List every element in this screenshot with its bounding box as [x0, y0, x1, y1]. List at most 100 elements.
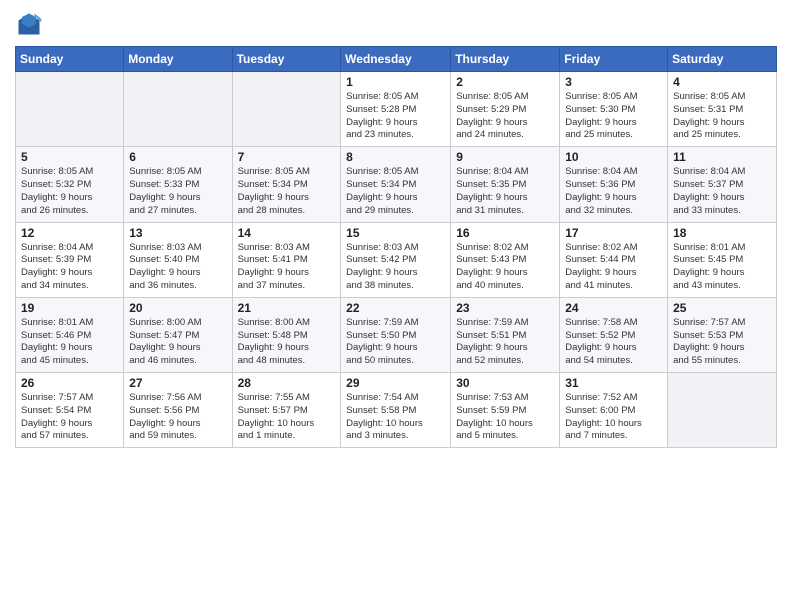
day-info: Sunrise: 8:05 AM Sunset: 5:30 PM Dayligh… [565, 91, 662, 142]
calendar-cell: 21Sunrise: 8:00 AM Sunset: 5:48 PM Dayli… [232, 297, 341, 372]
weekday-header-sunday: Sunday [16, 47, 124, 72]
day-info: Sunrise: 7:58 AM Sunset: 5:52 PM Dayligh… [565, 317, 662, 368]
day-number: 13 [129, 226, 226, 240]
day-info: Sunrise: 8:04 AM Sunset: 5:39 PM Dayligh… [21, 242, 118, 293]
day-info: Sunrise: 8:05 AM Sunset: 5:34 PM Dayligh… [238, 166, 336, 217]
calendar-cell: 11 Sunrise: 8:04 AM Sunset: 5:37 PM Dayli… [668, 147, 777, 222]
day-info: Sunrise: 8:02 AM Sunset: 5:44 PM Dayligh… [565, 242, 662, 293]
day-number: 27 [129, 376, 226, 390]
calendar-cell: 31 Sunrise: 7:52 AM Sunset: 6:00 PM Dayli… [560, 373, 668, 448]
day-number: 1 [346, 75, 445, 89]
day-info: Sunrise: 7:56 AM Sunset: 5:56 PM Dayligh… [129, 392, 226, 443]
day-number: 3 [565, 75, 662, 89]
calendar-cell: 20 Sunrise: 8:00 AM Sunset: 5:47 PM Dayli… [124, 297, 232, 372]
calendar-cell: 24 Sunrise: 7:58 AM Sunset: 5:52 PM Dayli… [560, 297, 668, 372]
day-info: Sunrise: 7:59 AM Sunset: 5:50 PM Dayligh… [346, 317, 445, 368]
day-info: Sunrise: 8:04 AM Sunset: 5:36 PM Dayligh… [565, 166, 662, 217]
day-info: Sunrise: 8:03 AM Sunset: 5:40 PM Dayligh… [129, 242, 226, 293]
calendar-cell: 19 Sunrise: 8:01 AM Sunset: 5:46 PM Dayli… [16, 297, 124, 372]
calendar-cell [16, 72, 124, 147]
calendar-cell: 22 Sunrise: 7:59 AM Sunset: 5:50 PM Dayli… [341, 297, 451, 372]
day-number: 8 [346, 150, 445, 164]
week-row-3: 12 Sunrise: 8:04 AM Sunset: 5:39 PM Dayli… [16, 222, 777, 297]
day-info: Sunrise: 7:52 AM Sunset: 6:00 PM Dayligh… [565, 392, 662, 443]
calendar-cell: 18 Sunrise: 8:01 AM Sunset: 5:45 PM Dayli… [668, 222, 777, 297]
weekday-header-row: SundayMondayTuesdayWednesdayThursdayFrid… [16, 47, 777, 72]
day-number: 5 [21, 150, 118, 164]
day-info: Sunrise: 8:03 AM Sunset: 5:42 PM Dayligh… [346, 242, 445, 293]
calendar-cell: 6Sunrise: 8:05 AM Sunset: 5:33 PM Daylig… [124, 147, 232, 222]
calendar-cell: 12 Sunrise: 8:04 AM Sunset: 5:39 PM Dayli… [16, 222, 124, 297]
day-number: 18 [673, 226, 771, 240]
day-number: 31 [565, 376, 662, 390]
day-info: Sunrise: 8:05 AM Sunset: 5:34 PM Dayligh… [346, 166, 445, 217]
day-number: 10 [565, 150, 662, 164]
calendar-cell: 13 Sunrise: 8:03 AM Sunset: 5:40 PM Dayli… [124, 222, 232, 297]
day-info: Sunrise: 8:01 AM Sunset: 5:46 PM Dayligh… [21, 317, 118, 368]
day-info: Sunrise: 8:04 AM Sunset: 5:35 PM Dayligh… [456, 166, 554, 217]
day-info: Sunrise: 8:05 AM Sunset: 5:31 PM Dayligh… [673, 91, 771, 142]
day-number: 9 [456, 150, 554, 164]
calendar-cell: 1 Sunrise: 8:05 AM Sunset: 5:28 PM Daylig… [341, 72, 451, 147]
day-info: Sunrise: 8:05 AM Sunset: 5:28 PM Dayligh… [346, 91, 445, 142]
day-number: 30 [456, 376, 554, 390]
day-info: Sunrise: 7:53 AM Sunset: 5:59 PM Dayligh… [456, 392, 554, 443]
day-info: Sunrise: 8:00 AM Sunset: 5:47 PM Dayligh… [129, 317, 226, 368]
day-number: 17 [565, 226, 662, 240]
day-number: 16 [456, 226, 554, 240]
calendar-cell: 17 Sunrise: 8:02 AM Sunset: 5:44 PM Dayli… [560, 222, 668, 297]
week-row-5: 26Sunrise: 7:57 AM Sunset: 5:54 PM Dayli… [16, 373, 777, 448]
calendar-cell: 16Sunrise: 8:02 AM Sunset: 5:43 PM Dayli… [451, 222, 560, 297]
day-number: 23 [456, 301, 554, 315]
day-number: 24 [565, 301, 662, 315]
calendar-cell: 26Sunrise: 7:57 AM Sunset: 5:54 PM Dayli… [16, 373, 124, 448]
calendar-table: SundayMondayTuesdayWednesdayThursdayFrid… [15, 46, 777, 448]
day-number: 28 [238, 376, 336, 390]
calendar-cell: 30 Sunrise: 7:53 AM Sunset: 5:59 PM Dayli… [451, 373, 560, 448]
day-number: 7 [238, 150, 336, 164]
day-number: 12 [21, 226, 118, 240]
calendar-cell [668, 373, 777, 448]
day-info: Sunrise: 8:05 AM Sunset: 5:33 PM Dayligh… [129, 166, 226, 217]
weekday-header-tuesday: Tuesday [232, 47, 341, 72]
logo [15, 10, 47, 38]
week-row-4: 19 Sunrise: 8:01 AM Sunset: 5:46 PM Dayli… [16, 297, 777, 372]
day-number: 19 [21, 301, 118, 315]
page: SundayMondayTuesdayWednesdayThursdayFrid… [0, 0, 792, 612]
day-info: Sunrise: 7:59 AM Sunset: 5:51 PM Dayligh… [456, 317, 554, 368]
calendar-cell: 29 Sunrise: 7:54 AM Sunset: 5:58 PM Dayli… [341, 373, 451, 448]
day-info: Sunrise: 7:57 AM Sunset: 5:54 PM Dayligh… [21, 392, 118, 443]
calendar-cell: 4 Sunrise: 8:05 AM Sunset: 5:31 PM Daylig… [668, 72, 777, 147]
day-info: Sunrise: 7:57 AM Sunset: 5:53 PM Dayligh… [673, 317, 771, 368]
calendar-cell: 2 Sunrise: 8:05 AM Sunset: 5:29 PM Daylig… [451, 72, 560, 147]
weekday-header-saturday: Saturday [668, 47, 777, 72]
calendar-cell: 14Sunrise: 8:03 AM Sunset: 5:41 PM Dayli… [232, 222, 341, 297]
day-number: 22 [346, 301, 445, 315]
logo-icon [15, 10, 43, 38]
header [15, 10, 777, 38]
day-number: 29 [346, 376, 445, 390]
calendar-cell: 23 Sunrise: 7:59 AM Sunset: 5:51 PM Dayli… [451, 297, 560, 372]
weekday-header-friday: Friday [560, 47, 668, 72]
calendar-cell: 7 Sunrise: 8:05 AM Sunset: 5:34 PM Daylig… [232, 147, 341, 222]
calendar-cell: 25 Sunrise: 7:57 AM Sunset: 5:53 PM Dayli… [668, 297, 777, 372]
day-info: Sunrise: 7:55 AM Sunset: 5:57 PM Dayligh… [238, 392, 336, 443]
day-info: Sunrise: 7:54 AM Sunset: 5:58 PM Dayligh… [346, 392, 445, 443]
week-row-1: 1 Sunrise: 8:05 AM Sunset: 5:28 PM Daylig… [16, 72, 777, 147]
day-number: 11 [673, 150, 771, 164]
day-info: Sunrise: 8:04 AM Sunset: 5:37 PM Dayligh… [673, 166, 771, 217]
day-number: 4 [673, 75, 771, 89]
calendar-cell: 28 Sunrise: 7:55 AM Sunset: 5:57 PM Dayli… [232, 373, 341, 448]
day-number: 2 [456, 75, 554, 89]
day-number: 20 [129, 301, 226, 315]
week-row-2: 5 Sunrise: 8:05 AM Sunset: 5:32 PM Daylig… [16, 147, 777, 222]
day-info: Sunrise: 8:05 AM Sunset: 5:29 PM Dayligh… [456, 91, 554, 142]
day-number: 25 [673, 301, 771, 315]
day-info: Sunrise: 8:01 AM Sunset: 5:45 PM Dayligh… [673, 242, 771, 293]
weekday-header-monday: Monday [124, 47, 232, 72]
day-number: 15 [346, 226, 445, 240]
day-number: 14 [238, 226, 336, 240]
day-info: Sunrise: 8:05 AM Sunset: 5:32 PM Dayligh… [21, 166, 118, 217]
calendar-cell: 9 Sunrise: 8:04 AM Sunset: 5:35 PM Daylig… [451, 147, 560, 222]
day-number: 21 [238, 301, 336, 315]
